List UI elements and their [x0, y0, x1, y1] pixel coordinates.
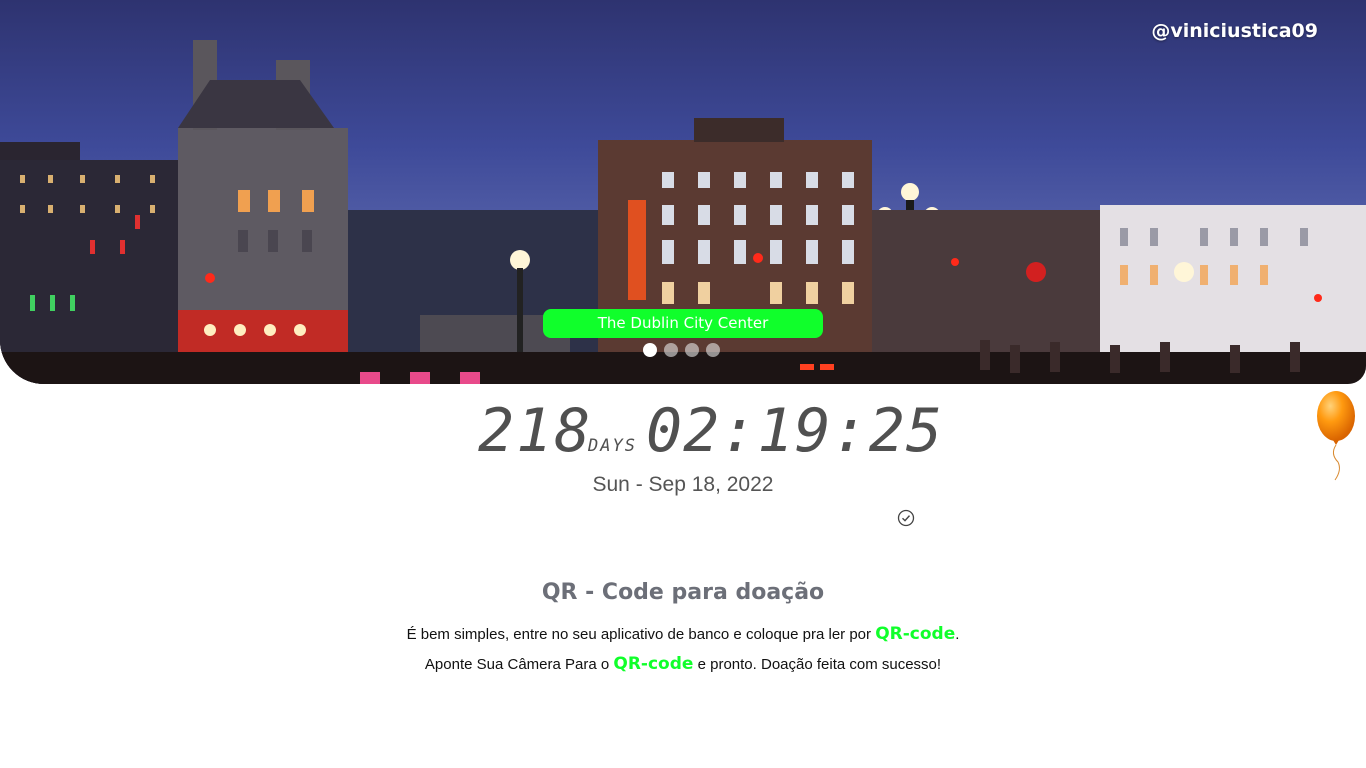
qr-code-highlight-1: QR-code — [875, 624, 956, 644]
balloon-icon — [1317, 391, 1355, 481]
slider-dot-1[interactable] — [643, 343, 657, 357]
donation-instruction-1: É bem simples, entre no seu aplicativo d… — [0, 624, 1366, 644]
user-handle[interactable]: @viniciustica09 — [1151, 20, 1318, 42]
slide-caption: The Dublin City Center — [543, 309, 823, 338]
current-date: Sun - Sep 18, 2022 — [592, 473, 774, 496]
qr-code-highlight-2: QR-code — [613, 654, 694, 674]
slider-dot-2[interactable] — [664, 343, 678, 357]
donation-line2-prefix: Aponte Sua Câmera Para o — [424, 656, 614, 673]
check-circle-icon[interactable] — [897, 509, 915, 527]
donation-line2-suffix: e pronto. Doação feita com sucesso! — [693, 656, 942, 673]
countdown-days: 218 — [478, 396, 593, 466]
donation-instruction-2: Aponte Sua Câmera Para o QR-code e pront… — [0, 654, 1366, 674]
slider-dot-4[interactable] — [706, 343, 720, 357]
countdown-time: 02:19:25 — [646, 396, 943, 466]
donation-title: QR - Code para doação — [541, 580, 825, 605]
donation-line1-suffix: . — [955, 626, 960, 643]
countdown-clock: 218 DAYS 02:19:25 — [478, 396, 942, 466]
slider-dot-3[interactable] — [685, 343, 699, 357]
donation-line1-prefix: É bem simples, entre no seu aplicativo d… — [406, 626, 876, 643]
slider-dots — [643, 343, 720, 357]
hero-banner: @viniciustica09 The Dublin City Center — [0, 0, 1366, 384]
countdown-days-unit: DAYS — [588, 436, 637, 456]
